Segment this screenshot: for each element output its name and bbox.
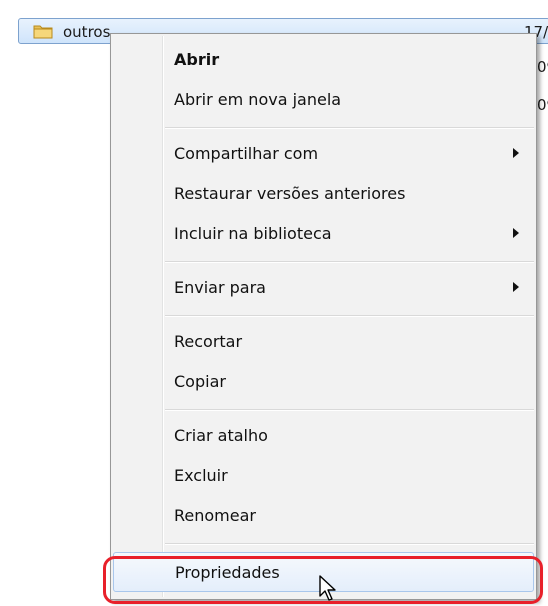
menu-item-abrir[interactable]: Abrir bbox=[113, 40, 534, 80]
menu-separator bbox=[165, 127, 534, 129]
menu-item-label: Abrir bbox=[174, 50, 220, 69]
chevron-right-icon bbox=[513, 282, 519, 292]
menu-item-label: Criar atalho bbox=[174, 426, 268, 445]
menu-item-abrir-nova-janela[interactable]: Abrir em nova janela bbox=[113, 80, 534, 120]
explorer-window: outros 17/09 09 09 Abrir Abrir em nova j… bbox=[0, 0, 548, 606]
menu-item-label: Incluir na biblioteca bbox=[174, 224, 332, 243]
menu-item-enviar-para[interactable]: Enviar para bbox=[113, 268, 534, 308]
menu-item-label: Excluir bbox=[174, 466, 228, 485]
menu-separator bbox=[165, 409, 534, 411]
menu-item-restaurar-versoes[interactable]: Restaurar versões anteriores bbox=[113, 174, 534, 214]
menu-item-label: Restaurar versões anteriores bbox=[174, 184, 406, 203]
menu-item-criar-atalho[interactable]: Criar atalho bbox=[113, 416, 534, 456]
menu-separator bbox=[165, 543, 534, 545]
menu-item-label: Enviar para bbox=[174, 278, 266, 297]
menu-item-label: Renomear bbox=[174, 506, 256, 525]
menu-item-label: Copiar bbox=[174, 372, 226, 391]
chevron-right-icon bbox=[513, 228, 519, 238]
mouse-pointer-icon bbox=[319, 575, 336, 601]
menu-separator bbox=[165, 261, 534, 263]
menu-item-excluir[interactable]: Excluir bbox=[113, 456, 534, 496]
folder-icon bbox=[33, 25, 53, 39]
background-date-cell: 09 bbox=[537, 58, 548, 76]
menu-item-copiar[interactable]: Copiar bbox=[113, 362, 534, 402]
background-date-cell: 09 bbox=[537, 96, 548, 114]
menu-item-label: Recortar bbox=[174, 332, 243, 351]
menu-item-compartilhar-com[interactable]: Compartilhar com bbox=[113, 134, 534, 174]
menu-item-recortar[interactable]: Recortar bbox=[113, 322, 534, 362]
menu-item-renomear[interactable]: Renomear bbox=[113, 496, 534, 536]
context-menu: Abrir Abrir em nova janela Compartilhar … bbox=[110, 33, 537, 600]
menu-item-incluir-biblioteca[interactable]: Incluir na biblioteca bbox=[113, 214, 534, 254]
chevron-right-icon bbox=[513, 148, 519, 158]
menu-item-label: Compartilhar com bbox=[174, 144, 319, 163]
menu-separator bbox=[165, 315, 534, 317]
file-name: outros bbox=[63, 23, 111, 41]
menu-item-label: Abrir em nova janela bbox=[174, 90, 342, 109]
